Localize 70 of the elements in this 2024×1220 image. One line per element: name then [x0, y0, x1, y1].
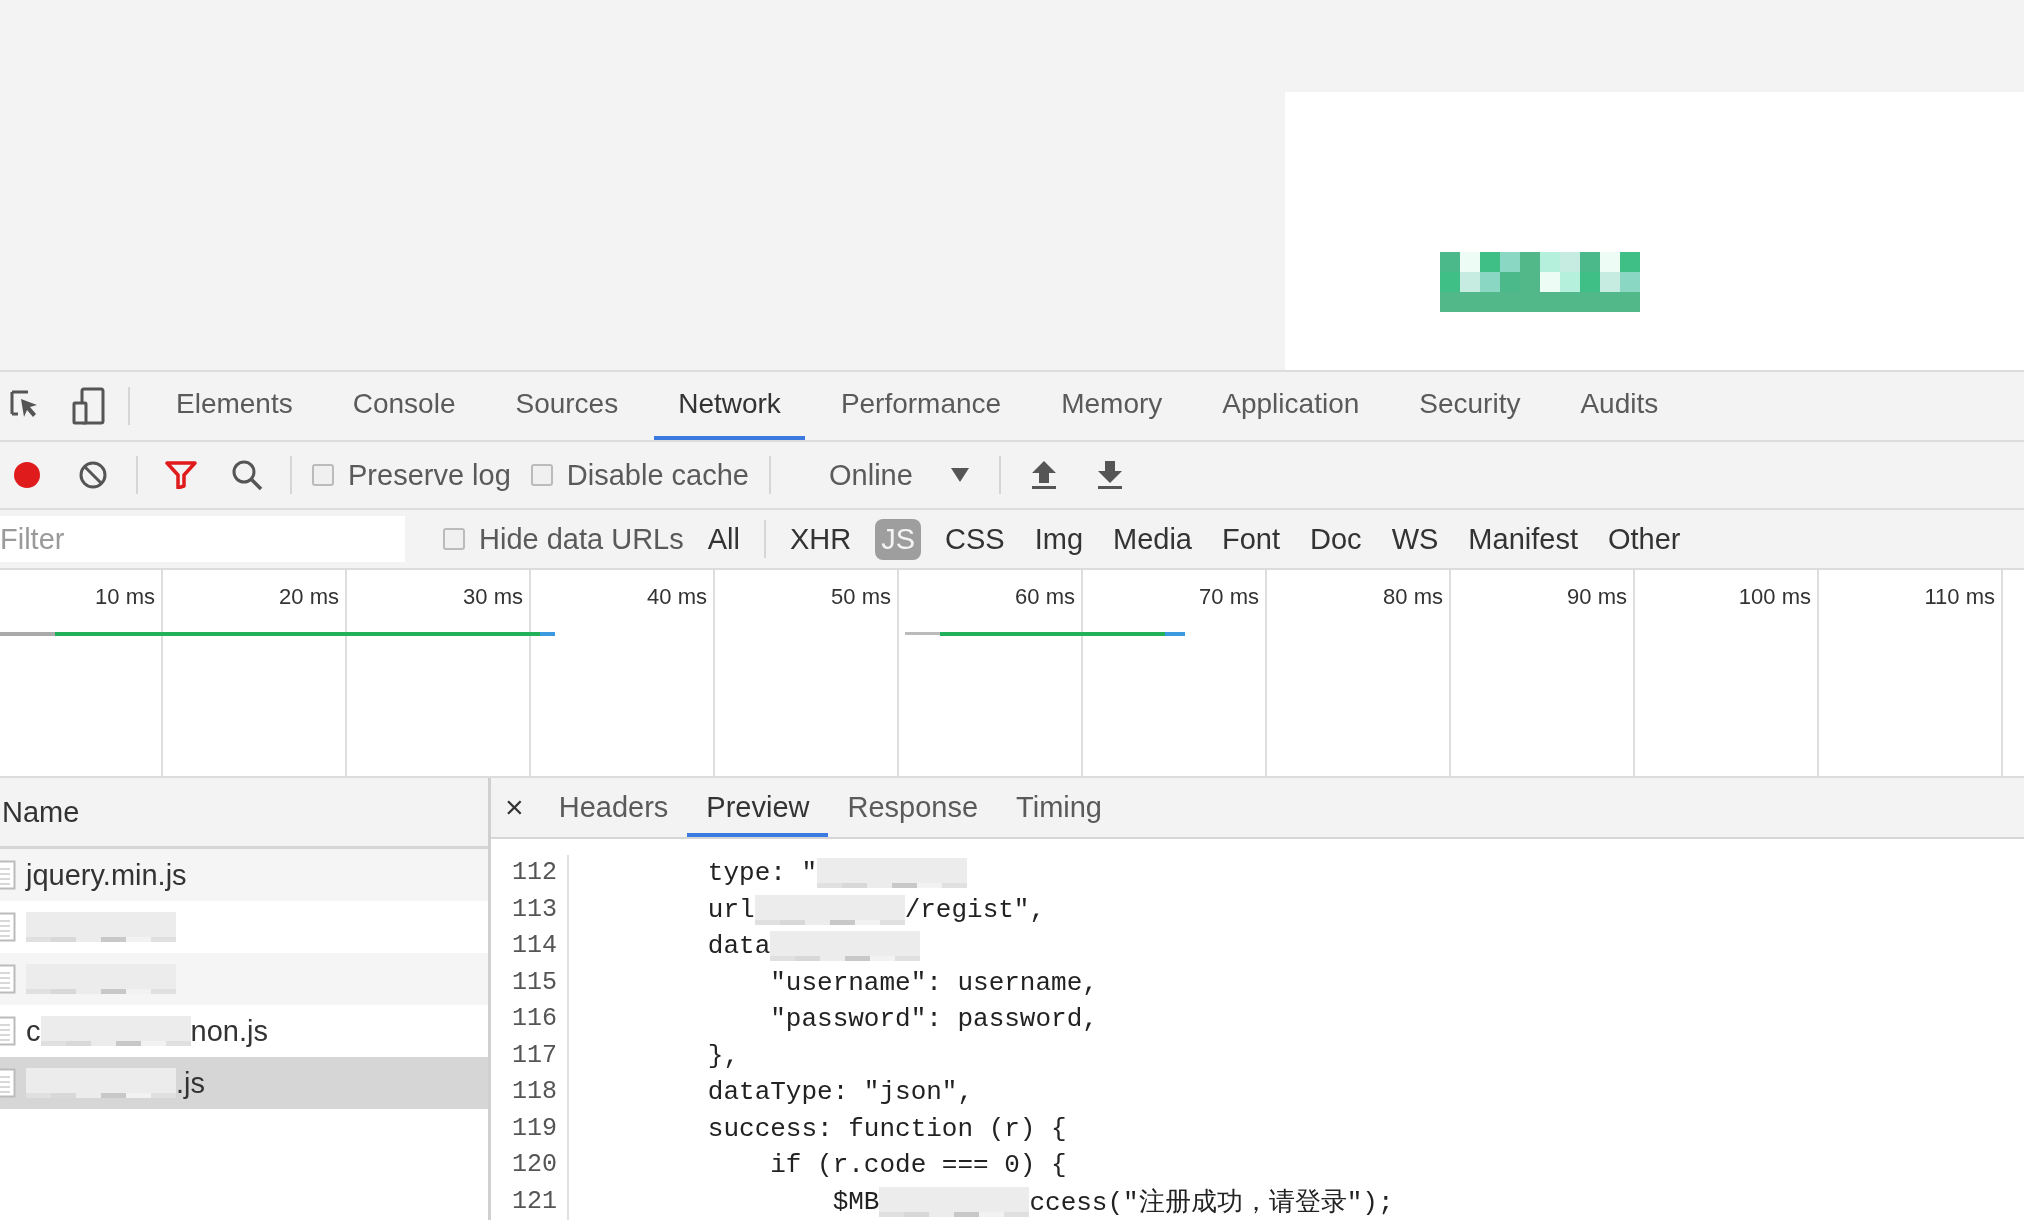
time-tick: 30 ms: [463, 584, 523, 610]
detail-tab[interactable]: Headers: [539, 782, 688, 837]
panel-tab[interactable]: Security: [1395, 372, 1545, 440]
code-text: "username": username,: [769, 967, 1098, 998]
line-number: 116: [512, 1003, 557, 1035]
panel-tab[interactable]: Console: [328, 372, 480, 440]
code-text: /regist",: [904, 894, 1046, 925]
hide-data-urls-checkbox[interactable]: Hide data URLs: [443, 522, 684, 556]
request-row[interactable]: jquery.min.js: [0, 849, 488, 901]
time-tick: 10 ms: [95, 584, 155, 610]
type-filter[interactable]: Doc: [1304, 518, 1368, 560]
file-name: c: [26, 1014, 41, 1048]
type-filter[interactable]: Img: [1028, 518, 1089, 560]
time-tick: 100 ms: [1738, 584, 1811, 610]
caret-icon: [950, 468, 969, 482]
type-filter[interactable]: CSS: [939, 518, 1011, 560]
line-number: 114: [512, 930, 557, 962]
file-name: non.js: [190, 1014, 268, 1048]
time-tick: 110 ms: [1924, 584, 1995, 610]
time-tick: 90 ms: [1567, 584, 1627, 610]
time-tick: 70 ms: [1199, 584, 1259, 610]
panel-tab[interactable]: Performance: [816, 372, 1026, 440]
file-name: .js: [176, 1066, 205, 1100]
code-text: if (r.code === 0) {: [769, 1150, 1067, 1181]
code-text: ccess("注册成功，请登录");: [1029, 1187, 1394, 1220]
time-tick: 80 ms: [1383, 584, 1443, 610]
filter-field[interactable]: Filter: [0, 516, 405, 562]
line-number: 119: [512, 1112, 557, 1145]
panel-tab[interactable]: Network: [654, 372, 805, 440]
request-row[interactable]: .js: [0, 1057, 488, 1109]
type-filter[interactable]: Other: [1601, 518, 1687, 560]
code-text: "password": password,: [769, 1004, 1098, 1035]
line-number: 120: [512, 1149, 557, 1181]
panel-tab[interactable]: Sources: [491, 372, 643, 440]
line-number: 115: [512, 966, 557, 999]
code-text: $MB: [831, 1186, 880, 1217]
code-text: success: function (r) {: [706, 1113, 1067, 1144]
type-filter[interactable]: Font: [1216, 518, 1287, 560]
time-tick: 50 ms: [831, 584, 891, 610]
type-filter[interactable]: WS: [1385, 518, 1445, 560]
detail-tab[interactable]: Response: [828, 782, 998, 837]
code-text: type: ": [706, 858, 818, 889]
line-number: 112: [512, 857, 557, 889]
type-filter[interactable]: Media: [1107, 518, 1198, 560]
line-number: 121: [512, 1185, 557, 1218]
line-number: 118: [512, 1076, 557, 1108]
code-text: },: [706, 1040, 740, 1071]
panel-tab[interactable]: Elements: [152, 372, 317, 440]
detail-tab[interactable]: Preview: [687, 782, 829, 837]
code-text: data: [706, 931, 771, 962]
preserve-log-checkbox[interactable]: Preserve log: [312, 458, 511, 492]
type-filter[interactable]: XHR: [783, 518, 858, 560]
time-tick: 20 ms: [279, 584, 339, 610]
panel-tab[interactable]: Memory: [1037, 372, 1187, 440]
throttling-dropdown[interactable]: Online: [790, 458, 969, 492]
close-button[interactable]: ×: [491, 778, 540, 837]
line-number: 117: [512, 1039, 557, 1072]
panel-tab[interactable]: Application: [1198, 372, 1384, 440]
type-filter[interactable]: Manifest: [1462, 518, 1584, 560]
time-tick: 40 ms: [647, 584, 707, 610]
code-text: dataType: "json",: [706, 1077, 974, 1108]
disable-cache-checkbox[interactable]: Disable cache: [530, 458, 749, 492]
type-filter[interactable]: All: [701, 518, 746, 560]
panel-tab[interactable]: Audits: [1556, 372, 1683, 440]
time-tick: 60 ms: [1015, 584, 1075, 610]
line-number: 113: [512, 893, 557, 926]
detail-tab[interactable]: Timing: [997, 782, 1121, 837]
code-text: url: [706, 894, 755, 925]
column-header: Name: [2, 795, 80, 829]
file-name: jquery.min.js: [26, 858, 187, 892]
